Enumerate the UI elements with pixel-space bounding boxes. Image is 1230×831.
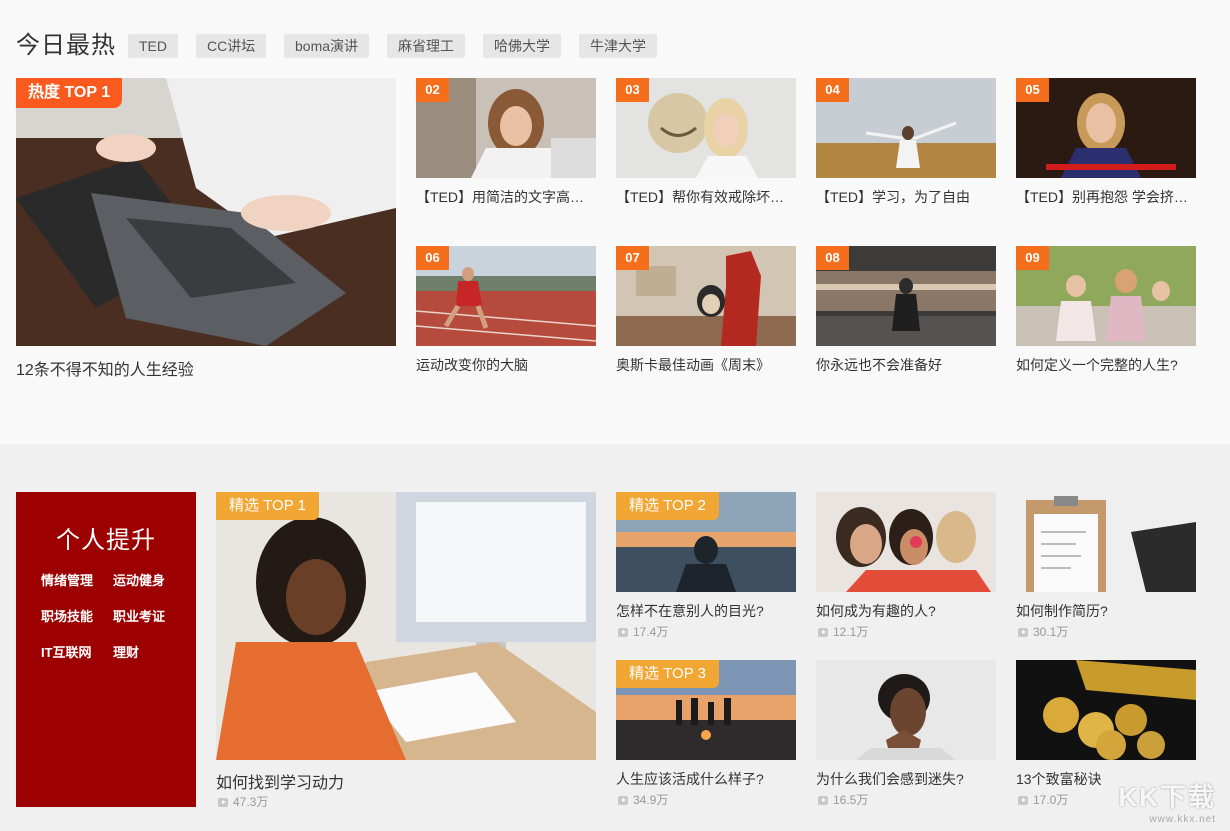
- thinking-person-photo: [816, 660, 996, 760]
- hot-item-09-caption[interactable]: 如何定义一个完整的人生?: [1016, 355, 1196, 375]
- tag-harvard[interactable]: 哈佛大学: [483, 34, 561, 58]
- view-count: 47.3万: [218, 793, 268, 810]
- category-link-fitness[interactable]: 运动健身: [113, 570, 165, 589]
- hot-rank-badge: 02: [416, 78, 449, 102]
- category-link-certificate[interactable]: 职业考证: [113, 606, 165, 625]
- pick-top1-thumbnail[interactable]: 精选 TOP 1: [216, 492, 596, 760]
- view-count-value: 34.9万: [633, 793, 669, 807]
- hot-item-04-caption[interactable]: 【TED】学习，为了自由: [816, 187, 996, 207]
- hot-rank-badge: 06: [416, 246, 449, 270]
- play-icon: [818, 796, 828, 805]
- view-count: 17.4万: [618, 623, 668, 640]
- view-count: 34.9万: [618, 791, 668, 808]
- hot-rank-badge: 热度 TOP 1: [16, 78, 123, 108]
- hot-item-08-thumbnail[interactable]: 08: [816, 246, 996, 346]
- view-count: 12.1万: [818, 623, 868, 640]
- site-watermark: KK下载 www.kkx.net: [1118, 777, 1216, 825]
- section-title: 今日最热: [16, 32, 116, 59]
- pick-top1-caption[interactable]: 如何找到学习动力: [216, 769, 596, 793]
- play-icon: [818, 628, 828, 637]
- pick-section: 个人提升 情绪管理 运动健身 职场技能 职业考证 IT互联网 理财 精选 TOP…: [0, 444, 1230, 831]
- hot-top1-caption[interactable]: 12条不得不知的人生经验: [16, 356, 396, 380]
- tag-oxford[interactable]: 牛津大学: [579, 34, 657, 58]
- view-count-value: 17.0万: [1033, 793, 1069, 807]
- hot-item-06-thumbnail[interactable]: 06: [416, 246, 596, 346]
- play-icon: [1018, 628, 1028, 637]
- play-icon: [618, 796, 628, 805]
- pick-item-4-caption[interactable]: 人生应该活成什么样子?: [616, 769, 796, 789]
- view-count: 30.1万: [1018, 623, 1068, 640]
- hot-top1-thumbnail[interactable]: 热度 TOP 1: [16, 78, 396, 346]
- hot-rank-badge: 03: [616, 78, 649, 102]
- pick-rank-badge: 精选 TOP 3: [616, 660, 719, 688]
- view-count-value: 12.1万: [833, 625, 869, 639]
- pick-item-4-thumbnail[interactable]: 精选 TOP 3: [616, 660, 796, 760]
- play-icon: [1018, 796, 1028, 805]
- pick-item-6-thumbnail[interactable]: [1016, 660, 1196, 760]
- hot-item-05-thumbnail[interactable]: 05: [1016, 78, 1196, 178]
- hot-item-03-thumbnail[interactable]: 03: [616, 78, 796, 178]
- watermark-url: www.kkx.net: [1149, 814, 1216, 825]
- pick-item-5-caption[interactable]: 为什么我们会感到迷失?: [816, 769, 996, 789]
- pick-item-1-thumbnail[interactable]: 精选 TOP 2: [616, 492, 796, 592]
- hot-item-05-caption[interactable]: 【TED】别再抱怨 学会挤…: [1016, 187, 1196, 207]
- clipboard-laptop-photo: [1016, 492, 1196, 592]
- view-count: 17.0万: [1018, 791, 1068, 808]
- pick-item-3-caption[interactable]: 如何制作简历?: [1016, 601, 1196, 621]
- hot-rank-badge: 07: [616, 246, 649, 270]
- hot-item-08-caption[interactable]: 你永远也不会准备好: [816, 355, 996, 375]
- hot-rank-badge: 05: [1016, 78, 1049, 102]
- hot-rank-badge: 04: [816, 78, 849, 102]
- category-panel: 个人提升 情绪管理 运动健身 职场技能 职业考证 IT互联网 理财: [16, 492, 196, 807]
- hot-item-02-caption[interactable]: 【TED】用简洁的文字高…: [416, 187, 596, 207]
- category-link-finance[interactable]: 理财: [113, 642, 139, 661]
- view-count-value: 30.1万: [1033, 625, 1069, 639]
- pick-item-2-caption[interactable]: 如何成为有趣的人?: [816, 601, 996, 621]
- category-link-it[interactable]: IT互联网: [41, 642, 92, 661]
- hot-rank-badge: 08: [816, 246, 849, 270]
- laptop-photo: [16, 78, 396, 346]
- tag-ted[interactable]: TED: [128, 34, 178, 58]
- pick-rank-badge: 精选 TOP 2: [616, 492, 719, 520]
- category-link-emotion[interactable]: 情绪管理: [41, 570, 93, 589]
- pick-rank-badge: 精选 TOP 1: [216, 492, 319, 520]
- pick-item-5-thumbnail[interactable]: [816, 660, 996, 760]
- pick-item-2-thumbnail[interactable]: [816, 492, 996, 592]
- view-count-value: 17.4万: [633, 625, 669, 639]
- pick-item-1-caption[interactable]: 怎样不在意别人的目光?: [616, 601, 796, 621]
- hot-item-02-thumbnail[interactable]: 02: [416, 78, 596, 178]
- tag-mit[interactable]: 麻省理工: [387, 34, 465, 58]
- hot-item-06-caption[interactable]: 运动改变你的大脑: [416, 355, 596, 375]
- hot-item-03-caption[interactable]: 【TED】帮你有效戒除坏…: [616, 187, 796, 207]
- watermark-brand: KK下载: [1118, 782, 1216, 812]
- hot-item-09-thumbnail[interactable]: 09: [1016, 246, 1196, 346]
- friends-laughing-photo: [816, 492, 996, 592]
- hot-item-07-thumbnail[interactable]: 07: [616, 246, 796, 346]
- bitcoin-gold-photo: [1016, 660, 1196, 760]
- tag-boma[interactable]: boma演讲: [284, 34, 370, 58]
- view-count-value: 16.5万: [833, 793, 869, 807]
- category-title: 个人提升: [56, 527, 156, 554]
- hot-item-07-caption[interactable]: 奥斯卡最佳动画《周末》: [616, 355, 796, 375]
- student-desk-photo: [216, 492, 596, 760]
- hot-item-04-thumbnail[interactable]: 04: [816, 78, 996, 178]
- play-icon: [218, 798, 228, 807]
- pick-item-3-thumbnail[interactable]: [1016, 492, 1196, 592]
- hot-rank-badge: 09: [1016, 246, 1049, 270]
- category-link-workplace[interactable]: 职场技能: [41, 606, 93, 625]
- tag-cc[interactable]: CC讲坛: [196, 34, 267, 58]
- view-count: 16.5万: [818, 791, 868, 808]
- play-icon: [618, 628, 628, 637]
- hot-section: 今日最热 TED CC讲坛 boma演讲 麻省理工 哈佛大学 牛津大学 热度 T…: [0, 0, 1230, 444]
- view-count-value: 47.3万: [233, 795, 269, 809]
